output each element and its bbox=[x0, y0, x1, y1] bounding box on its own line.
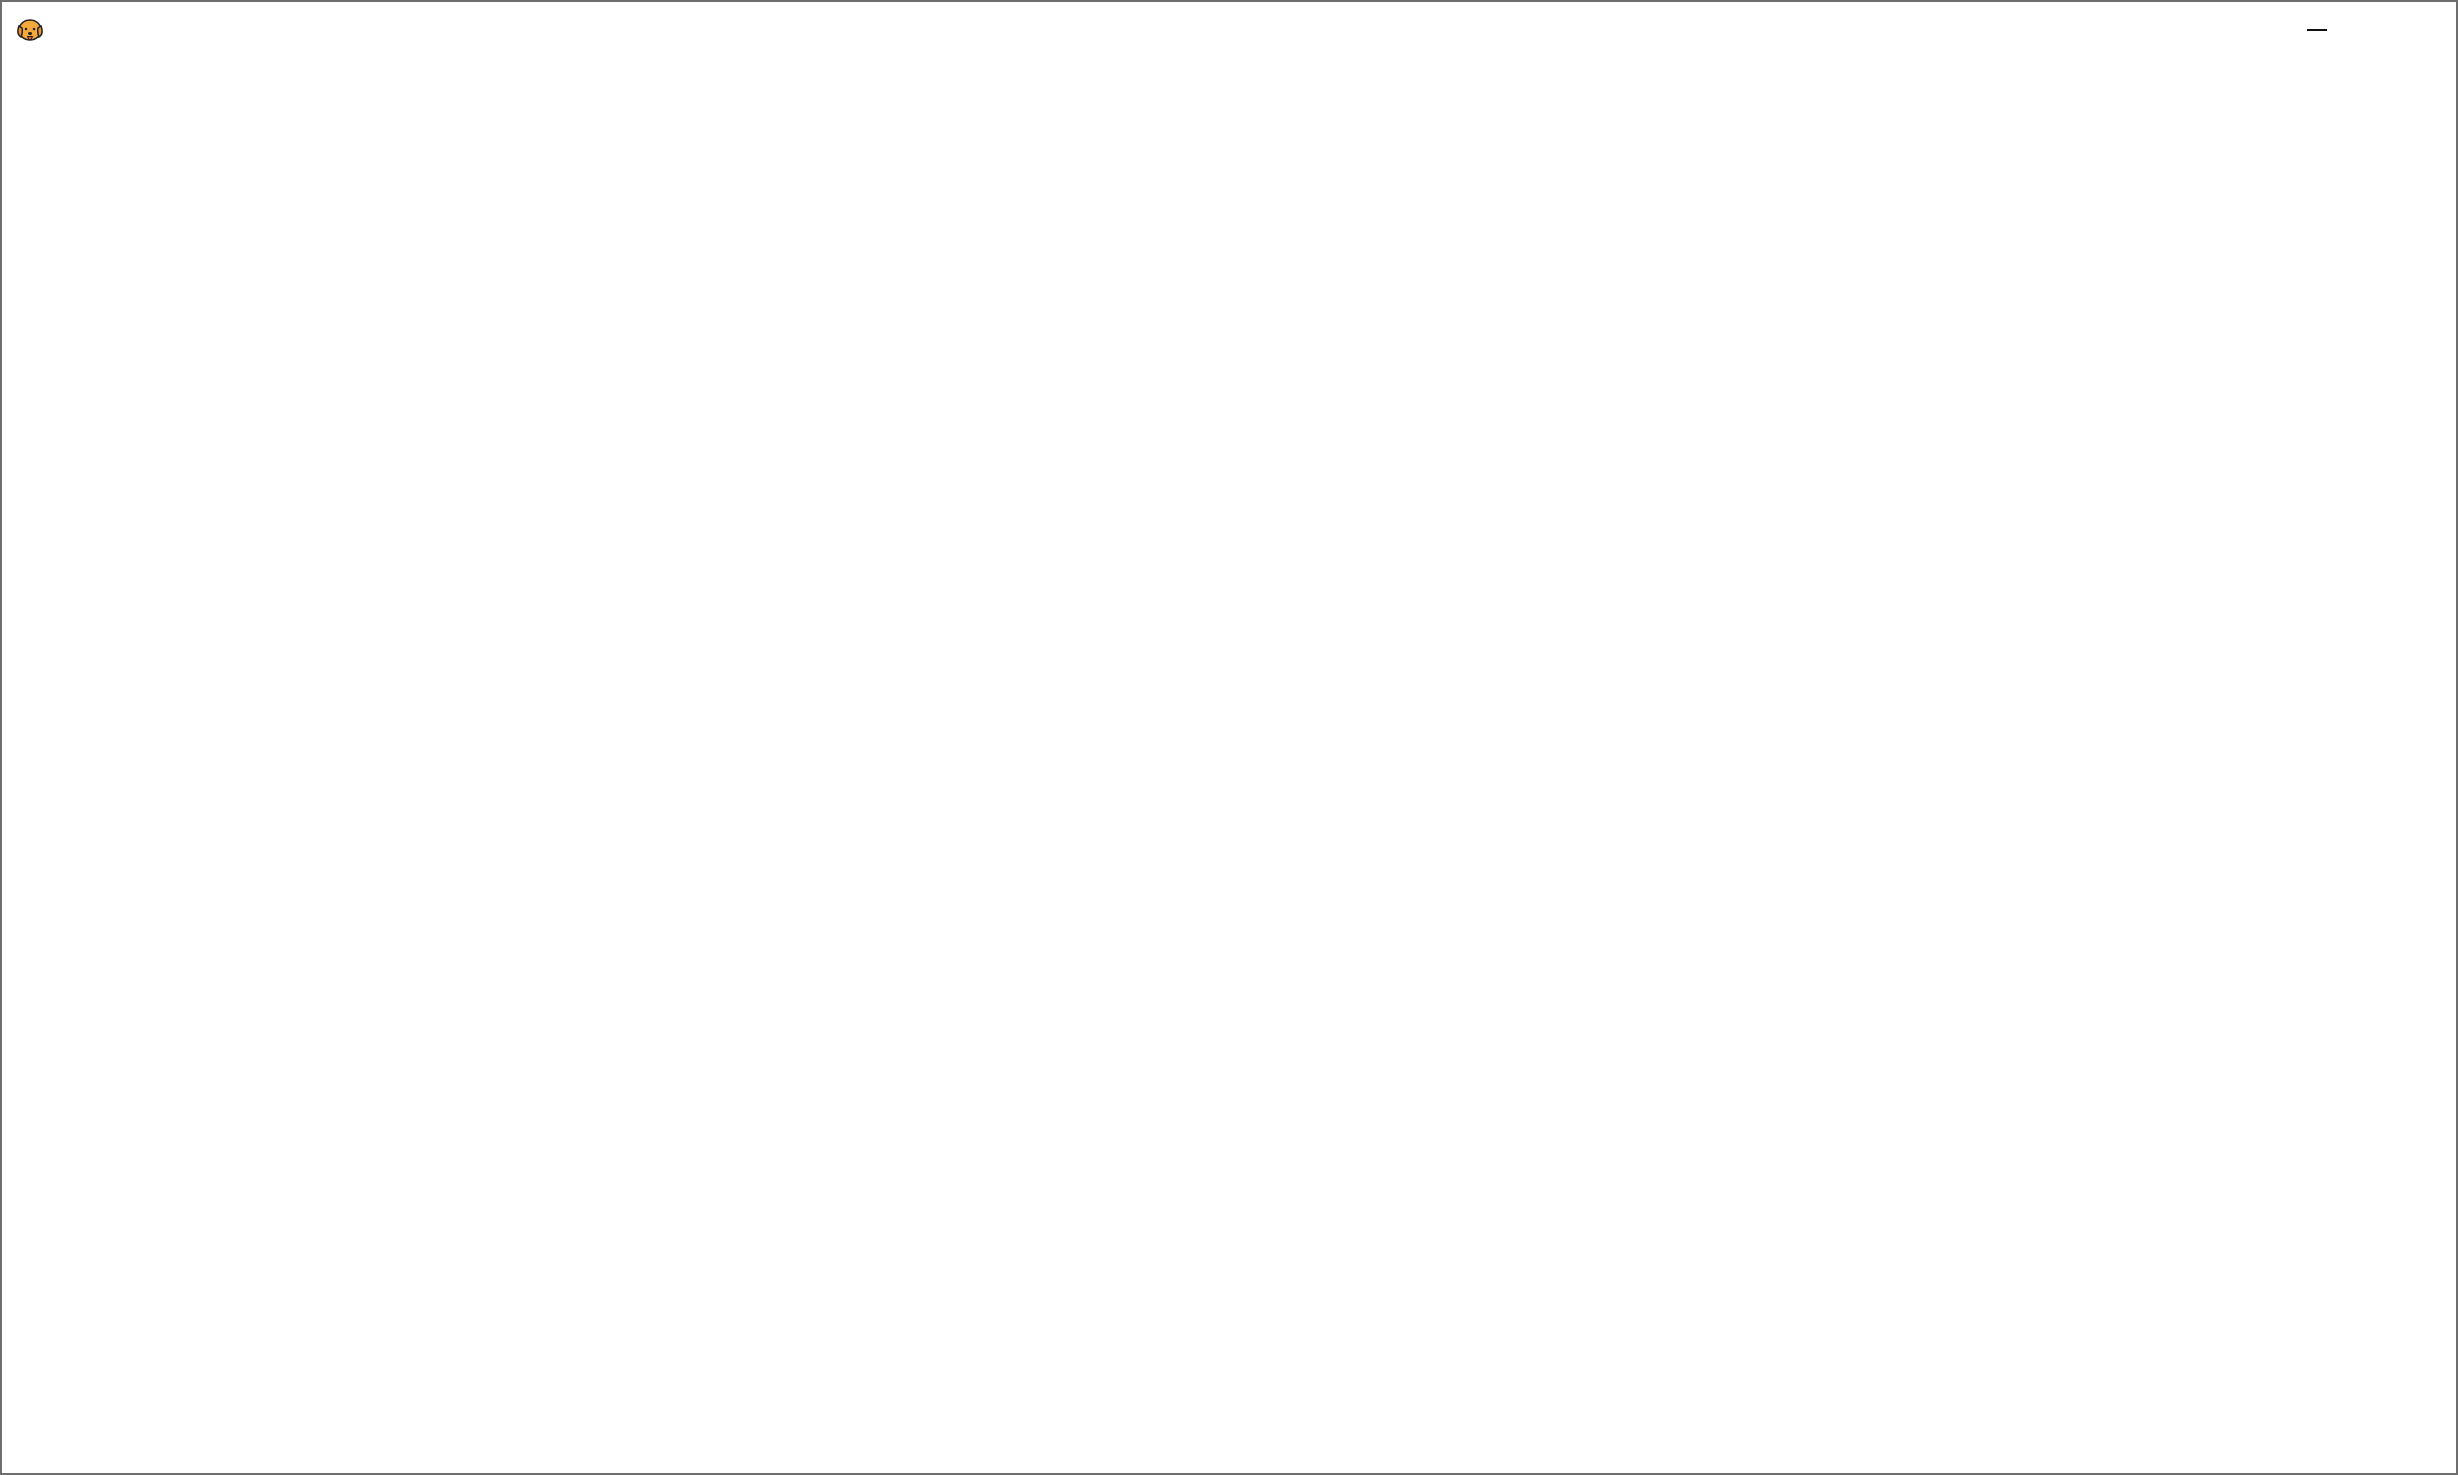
title-bar bbox=[0, 0, 2458, 60]
bruno-logo-icon bbox=[17, 19, 43, 41]
window-frame bbox=[0, 0, 2458, 1475]
